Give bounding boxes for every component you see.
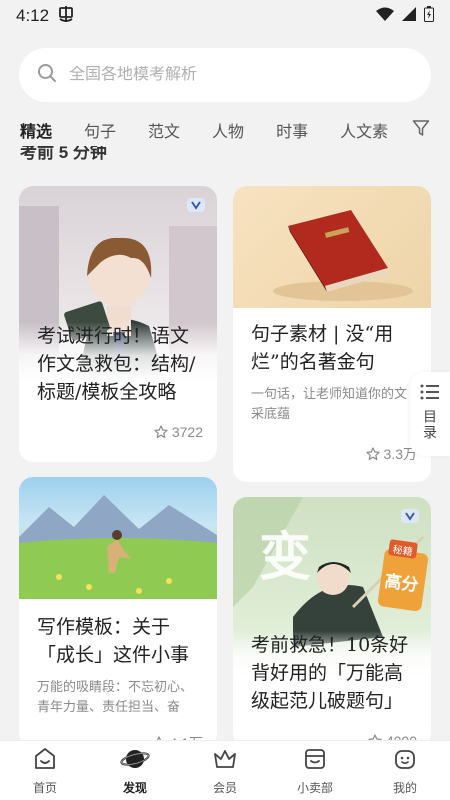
- nav-home[interactable]: 首页: [10, 746, 80, 796]
- card-description: 一句话，让老师知道你的文采底蕴: [251, 386, 408, 421]
- status-bar: 4:12: [0, 0, 450, 32]
- nav-home-label: 首页: [32, 780, 57, 795]
- article-card[interactable]: 句子素材 | 没“用烂”的名著金句 一句话，让老师知道你的文采底蕴 3.3万: [233, 186, 431, 482]
- nav-membership-label: 会员: [212, 780, 237, 795]
- nav-shop[interactable]: 小卖部: [280, 746, 350, 796]
- nav-profile[interactable]: 我的: [370, 746, 440, 796]
- search-input[interactable]: [69, 66, 389, 84]
- card-stats: 3.3万: [365, 444, 417, 464]
- card-title: 考前救急！10条好背好用的「万能高级起范儿破题句」: [233, 631, 431, 715]
- art-main-character: 变: [259, 527, 311, 588]
- home-icon: [32, 746, 58, 777]
- article-card[interactable]: 考试进行时！语文作文急救包：结构/标题/模板全攻略 3722: [19, 186, 217, 462]
- nav-shop-label: 小卖部: [296, 780, 333, 795]
- tab-renwu[interactable]: 人物: [212, 118, 244, 142]
- tab-juzi[interactable]: 句子: [84, 118, 116, 142]
- signal-icon: [402, 6, 416, 26]
- article-card[interactable]: 写作模板：关于「成长」这件小事 万能的吸睛段：不忘初心、青年力量、责任担当、奋斗…: [19, 477, 217, 747]
- app-notification-icon: [57, 5, 75, 28]
- tab-fanwen[interactable]: 范文: [148, 118, 180, 142]
- favorite-count: 3722: [171, 424, 203, 440]
- table-of-contents-button[interactable]: 目录: [410, 372, 450, 456]
- tab-shishi[interactable]: 时事: [276, 118, 308, 142]
- section-title: 考前 5 分钟: [20, 146, 107, 162]
- nav-discover-label: 发现: [122, 780, 147, 795]
- star-icon: [365, 447, 380, 461]
- card-illustration: [233, 186, 431, 308]
- card-stats: 3722: [154, 424, 203, 440]
- search-bar[interactable]: [19, 48, 431, 102]
- nav-membership[interactable]: 会员: [190, 746, 260, 796]
- crown-icon: [212, 746, 238, 777]
- shop-icon: [302, 746, 328, 777]
- category-tabs: 精选 句子 范文 人物 时事 人文素: [0, 114, 450, 146]
- status-time: 4:12: [16, 6, 50, 25]
- star-icon: [154, 425, 168, 439]
- card-illustration: [19, 477, 217, 599]
- tab-renwensu[interactable]: 人文素: [340, 118, 388, 142]
- filter-icon: [412, 119, 430, 142]
- nav-discover[interactable]: 发现: [100, 746, 170, 796]
- verified-badge-icon: [187, 198, 205, 212]
- card-title: 写作模板：关于「成长」这件小事: [37, 616, 190, 666]
- wifi-icon: [376, 6, 394, 26]
- filter-button[interactable]: [390, 114, 450, 146]
- search-icon: [37, 63, 69, 88]
- tab-jingxuan[interactable]: 精选: [20, 118, 52, 142]
- article-card[interactable]: 变 秘籍 高分 考前救急！10条好背好用的「万能高级起范儿破题句」 4000: [233, 497, 431, 747]
- card-title: 考试进行时！语文作文急救包：结构/标题/模板全攻略: [19, 322, 217, 406]
- list-icon: [420, 384, 440, 405]
- bottom-navigation: 首页 发现 会员 小卖部 我的: [0, 740, 450, 800]
- table-of-contents-label: 目录: [422, 409, 438, 441]
- card-description: 万能的吸睛段：不忘初心、青年力量、责任担当、奋斗...: [37, 679, 194, 714]
- card-title: 句子素材 | 没“用烂”的名著金句: [251, 323, 394, 373]
- nav-profile-label: 我的: [392, 780, 417, 795]
- verified-badge-icon: [401, 509, 419, 523]
- profile-icon: [392, 746, 418, 777]
- battery-icon: [424, 5, 434, 27]
- planet-icon: [120, 746, 150, 777]
